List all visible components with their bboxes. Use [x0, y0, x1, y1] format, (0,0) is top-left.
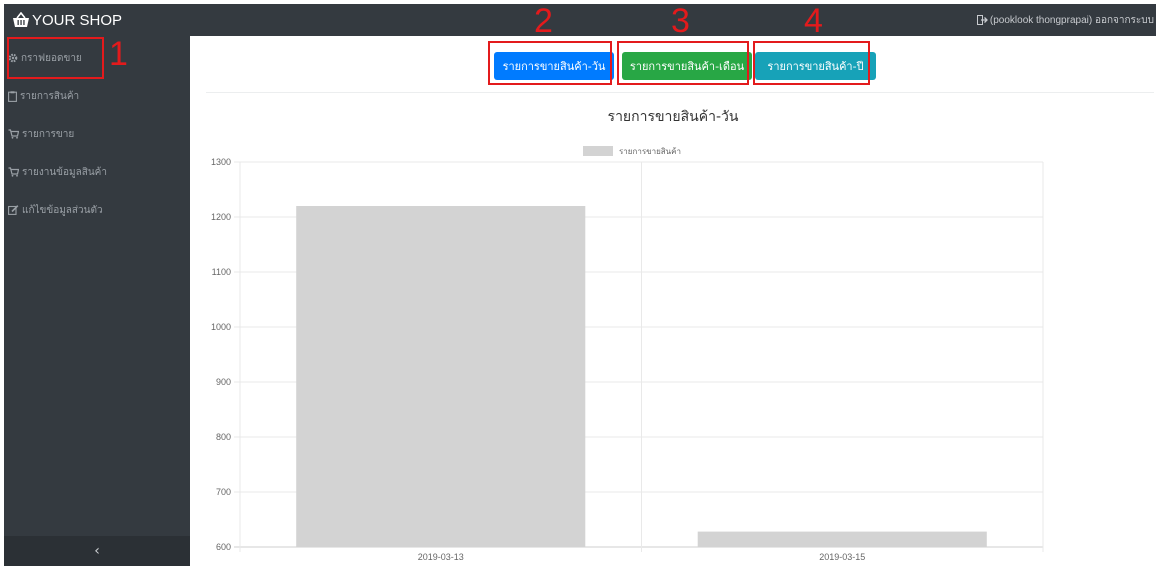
annotation-number-2: 2 [534, 2, 553, 40]
y-tick-label: 1000 [211, 322, 231, 332]
y-tick-label: 1200 [211, 212, 231, 222]
annotation-box-3 [617, 41, 749, 85]
y-tick-label: 1300 [211, 157, 231, 167]
annotation-box-2 [488, 41, 612, 85]
app-frame: YOUR SHOP (pooklook thongprapai) ออกจากร… [0, 0, 1160, 570]
x-tick-label: 2019-03-13 [418, 552, 464, 562]
annotation-number-3: 3 [671, 2, 690, 40]
x-tick-label: 2019-03-15 [819, 552, 865, 562]
y-tick-label: 600 [216, 542, 231, 552]
annotation-number-4: 4 [804, 2, 823, 40]
bar-chart: 600 700 800 900 1000 1100 1200 1300 2019-03-13 20… [211, 157, 1044, 562]
y-tick-label: 1100 [212, 267, 231, 277]
bar [697, 531, 987, 547]
y-tick-label: 800 [216, 432, 231, 442]
annotation-box-1 [7, 37, 104, 79]
annotation-number-1: 1 [109, 35, 128, 73]
y-tick-label: 900 [216, 377, 231, 387]
bar [296, 206, 586, 547]
y-tick-label: 700 [216, 487, 231, 497]
annotation-box-4 [753, 41, 870, 85]
